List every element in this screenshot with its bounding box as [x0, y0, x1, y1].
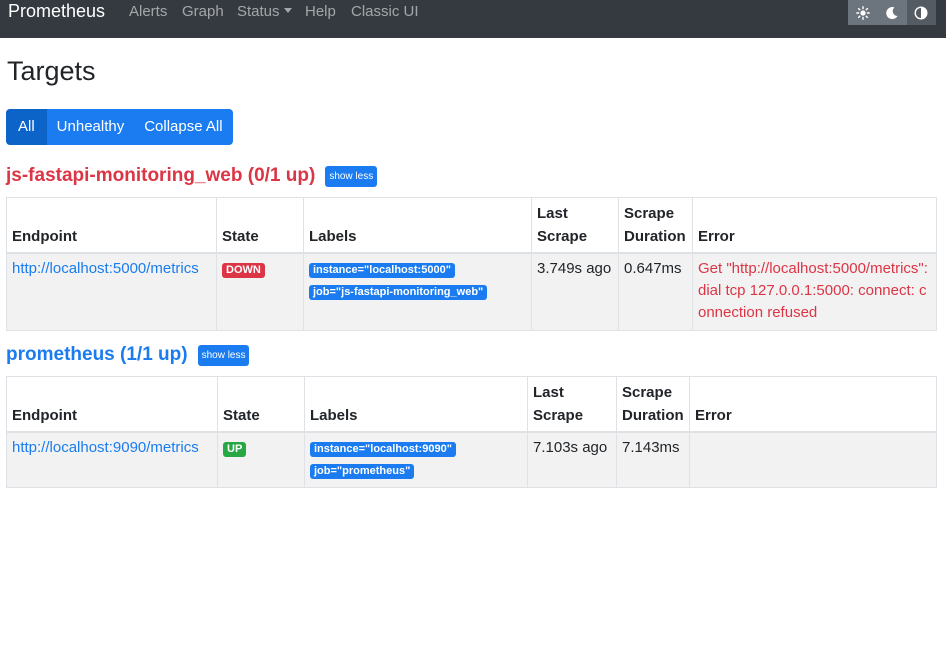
nav-status-dropdown[interactable]: Status	[237, 2, 292, 22]
label-badge-instance: instance="localhost:5000"	[309, 263, 455, 278]
endpoint-link[interactable]: http://localhost:9090/metrics	[12, 439, 199, 456]
labels-cell: instance="localhost:9090" job="prometheu…	[304, 431, 528, 488]
filter-all-button[interactable]: All	[6, 109, 47, 145]
theme-switcher	[848, 0, 936, 25]
header-last-line: Last	[533, 384, 564, 401]
header-scrape-line: Scrape	[533, 407, 584, 424]
filter-unhealthy-button[interactable]: Unhealthy	[46, 109, 135, 145]
header-duration-line: Duration	[624, 228, 686, 245]
show-less-button[interactable]: show less	[197, 344, 250, 366]
pool-title-link[interactable]: js-fastapi-monitoring_web (0/1 up)	[6, 165, 315, 187]
header-last-scrape: Last Scrape	[527, 376, 617, 433]
header-duration-line: Duration	[622, 407, 684, 424]
auto-theme-button[interactable]	[906, 0, 936, 25]
header-labels: Labels	[304, 376, 528, 433]
label-badge-instance: instance="localhost:9090"	[310, 442, 456, 457]
scrape-duration-cell: 7.143ms	[616, 431, 690, 488]
nav-graph[interactable]: Graph	[182, 2, 224, 22]
targets-table: Endpoint State Labels Last Scrape Scrape D…	[6, 376, 937, 488]
scrape-duration-cell: 0.647ms	[618, 252, 693, 331]
nav-classic-ui[interactable]: Classic UI	[351, 2, 419, 22]
page-title: Targets	[7, 56, 96, 86]
table-row: http://localhost:9090/metrics UP instanc…	[6, 431, 937, 488]
header-error: Error	[692, 197, 937, 254]
state-cell: DOWN	[216, 252, 304, 331]
last-scrape-cell: 7.103s ago	[527, 431, 617, 488]
header-scrape-line: Scrape	[622, 384, 673, 401]
header-last-scrape: Last Scrape	[531, 197, 619, 254]
header-scrape-line: Scrape	[624, 205, 675, 222]
navbar: Prometheus Alerts Graph Status Help Clas…	[0, 0, 946, 38]
header-endpoint: Endpoint	[6, 376, 218, 433]
header-labels: Labels	[303, 197, 532, 254]
caret-down-icon	[283, 8, 292, 13]
header-scrape-duration: Scrape Duration	[616, 376, 690, 433]
nav-help[interactable]: Help	[305, 2, 336, 22]
contrast-icon	[914, 5, 928, 20]
pool-title-link[interactable]: prometheus (1/1 up)	[6, 344, 188, 366]
pool-header-js-fastapi: js-fastapi-monitoring_web (0/1 up) show …	[6, 165, 378, 187]
show-less-button[interactable]: show less	[325, 165, 378, 187]
dark-theme-button[interactable]	[877, 0, 907, 25]
pool-header-prometheus: prometheus (1/1 up) show less	[6, 344, 250, 366]
status-badge: UP	[223, 442, 247, 457]
error-cell: Get "http://localhost:5000/metrics": dia…	[692, 252, 937, 331]
last-scrape-cell: 3.749s ago	[531, 252, 619, 331]
header-last-line: Last	[537, 205, 568, 222]
targets-table: Endpoint State Labels Last Scrape Scrape D…	[6, 197, 937, 331]
state-cell: UP	[217, 431, 305, 488]
table-row: http://localhost:5000/metrics DOWN insta…	[6, 252, 937, 331]
nav-status-label: Status	[237, 3, 280, 20]
moon-icon	[886, 6, 898, 19]
header-state: State	[217, 376, 305, 433]
brand-link[interactable]: Prometheus	[8, 0, 105, 24]
labels-cell: instance="localhost:5000" job="js-fastap…	[303, 252, 532, 331]
status-badge: DOWN	[222, 263, 265, 278]
header-endpoint: Endpoint	[6, 197, 217, 254]
header-state: State	[216, 197, 304, 254]
table-header-row: Endpoint State Labels Last Scrape Scrape D…	[6, 376, 937, 433]
light-theme-button[interactable]	[848, 0, 878, 25]
header-scrape-line: Scrape	[537, 228, 588, 245]
header-scrape-duration: Scrape Duration	[618, 197, 693, 254]
sun-icon	[855, 5, 870, 20]
collapse-all-button[interactable]: Collapse All	[134, 109, 233, 145]
filter-button-group: All Unhealthy Collapse All	[6, 109, 233, 145]
nav-alerts[interactable]: Alerts	[129, 2, 167, 22]
endpoint-cell: http://localhost:9090/metrics	[6, 431, 218, 488]
label-badge-job: job="js-fastapi-monitoring_web"	[309, 285, 488, 300]
label-badge-job: job="prometheus"	[310, 464, 415, 479]
table-header-row: Endpoint State Labels Last Scrape Scrape D…	[6, 197, 937, 254]
endpoint-link[interactable]: http://localhost:5000/metrics	[12, 260, 199, 277]
error-cell	[689, 431, 937, 488]
endpoint-cell: http://localhost:5000/metrics	[6, 252, 217, 331]
header-error: Error	[689, 376, 937, 433]
